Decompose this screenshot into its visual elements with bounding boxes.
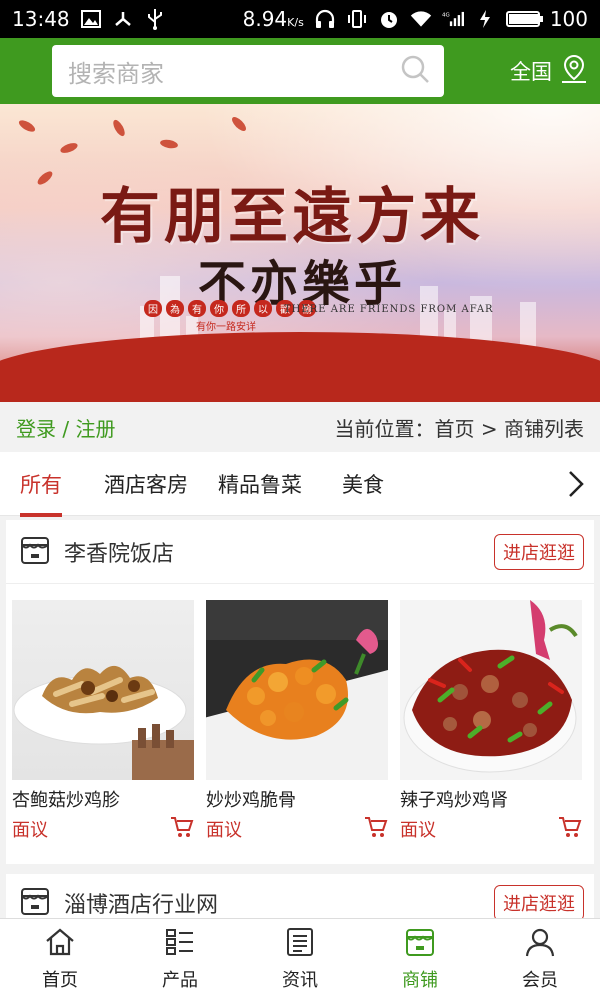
search-input[interactable]: 搜索商家 [52, 45, 444, 97]
tab-shandong-cuisine[interactable]: 精品鲁菜 [218, 452, 302, 516]
product-name: 妙炒鸡脆骨 [206, 790, 296, 811]
nav-label: 产品 [162, 970, 198, 991]
usb-icon [144, 8, 166, 30]
nav-products[interactable]: 产品 [120, 919, 240, 1000]
add-to-cart-icon[interactable] [170, 816, 194, 842]
net-speed: 8.94K/s [242, 7, 304, 31]
shop-icon [404, 927, 436, 962]
product-image[interactable] [400, 600, 582, 780]
visit-shop-button[interactable]: 进店逛逛 [494, 533, 584, 570]
product-item[interactable]: 妙炒鸡脆骨 面议 [206, 600, 388, 842]
grid-list-icon [164, 927, 196, 962]
shop-header: 淄博酒店行业网 进店逛逛 [6, 874, 594, 918]
shop-icon [20, 535, 50, 569]
vibrate-icon [346, 8, 368, 30]
battery-icon [505, 11, 543, 27]
breadcrumb-arrow: > [474, 416, 504, 441]
product-item[interactable]: 杏鲍菇炒鸡胗 面议 [12, 600, 194, 842]
add-to-cart-icon[interactable] [558, 816, 582, 842]
nav-news[interactable]: 资讯 [240, 919, 360, 1000]
region-label: 全国 [510, 60, 552, 84]
tab-food[interactable]: 美食 [342, 452, 384, 516]
breadcrumb: 当前位置：首页 > 商铺列表 [335, 413, 584, 442]
region-selector[interactable]: 全国 [510, 54, 588, 89]
signal-icon: 4G [442, 8, 464, 30]
nav-label: 会员 [522, 970, 558, 991]
nav-shops[interactable]: 商铺 [360, 919, 480, 1000]
tab-all[interactable]: 所有 [20, 452, 62, 517]
banner-hill [0, 332, 600, 402]
tab-hotel-rooms[interactable]: 酒店客房 [104, 452, 188, 516]
banner-seal-line: 有你一路安详 [196, 322, 256, 333]
product-price: 面议 [400, 820, 436, 841]
bottom-nav: 首页 产品 资讯 商铺 会员 [0, 918, 600, 1000]
category-tabs: 所有 酒店客房 精品鲁菜 美食 [0, 452, 600, 517]
shop-header: 李香院饭店 进店逛逛 [6, 520, 594, 584]
svg-text:4G: 4G [442, 13, 450, 19]
product-name: 辣子鸡炒鸡肾 [400, 790, 508, 811]
auth-separator: / [56, 416, 76, 441]
nav-member[interactable]: 会员 [480, 919, 600, 1000]
battery-percent: 100 [549, 7, 588, 31]
nav-label: 资讯 [282, 970, 318, 991]
product-name: 杏鲍菇炒鸡胗 [12, 790, 120, 811]
login-link[interactable]: 登录 [16, 417, 56, 441]
auth-links: 登录 / 注册 [16, 413, 115, 442]
image-icon [80, 8, 102, 30]
location-pin-icon [560, 54, 588, 89]
product-image[interactable] [206, 600, 388, 780]
breadcrumb-home[interactable]: 首页 [435, 417, 475, 441]
nav-label: 首页 [42, 970, 78, 991]
add-to-cart-icon[interactable] [364, 816, 388, 842]
status-bar: 13:48 8.94K/s 4G 100 [0, 0, 600, 38]
user-icon [524, 927, 556, 962]
promo-banner[interactable]: 有朋至遠方来 不亦樂乎 因為有你所以歡愉 有你一路安详 THERE ARE FR… [0, 104, 600, 402]
product-item[interactable]: 辣子鸡炒鸡肾 面议 [400, 600, 582, 842]
shop-card: 淄博酒店行业网 进店逛逛 [6, 874, 594, 918]
status-time: 13:48 [12, 7, 70, 31]
share-icon [112, 8, 134, 30]
product-footer: 面议 [12, 816, 194, 842]
product-price: 面议 [12, 820, 48, 841]
headphones-icon [314, 8, 336, 30]
status-right: 8.94K/s 4G 100 [243, 7, 588, 31]
banner-title: 有朋至遠方来 [100, 182, 484, 252]
alarm-icon [378, 8, 400, 30]
location-bar: 登录 / 注册 当前位置：首页 > 商铺列表 [0, 402, 600, 452]
product-image[interactable] [12, 600, 194, 780]
shop-name[interactable]: 李香院饭店 [64, 536, 174, 568]
top-header: 搜索商家 全国 [0, 38, 600, 104]
search-icon[interactable] [400, 54, 430, 88]
breadcrumb-prefix: 当前位置： [334, 416, 435, 441]
charging-icon [474, 8, 496, 30]
banner-english: THERE ARE FRIENDS FROM AFAR [284, 304, 494, 315]
product-price: 面议 [206, 820, 242, 841]
home-icon [44, 927, 76, 962]
shop-name[interactable]: 淄博酒店行业网 [64, 887, 218, 919]
register-link[interactable]: 注册 [75, 417, 115, 441]
status-left: 13:48 [12, 7, 166, 31]
shop-card: 李香院饭店 进店逛逛 杏鲍菇炒鸡胗 面议 妙炒鸡脆骨 面议 辣子鸡炒鸡肾 面议 [6, 520, 594, 864]
wifi-icon [410, 8, 432, 30]
nav-label: 商铺 [402, 970, 438, 991]
nav-home[interactable]: 首页 [0, 919, 120, 1000]
visit-shop-button[interactable]: 进店逛逛 [494, 884, 584, 918]
shop-icon [20, 886, 50, 919]
battery-level [508, 14, 539, 24]
breadcrumb-current: 商铺列表 [504, 416, 584, 441]
product-footer: 面议 [206, 816, 388, 842]
search-placeholder: 搜索商家 [68, 59, 164, 88]
news-icon [284, 927, 316, 962]
product-list: 杏鲍菇炒鸡胗 面议 妙炒鸡脆骨 面议 辣子鸡炒鸡肾 面议 [6, 584, 594, 842]
product-footer: 面议 [400, 816, 582, 842]
chevron-right-icon[interactable] [566, 470, 586, 498]
